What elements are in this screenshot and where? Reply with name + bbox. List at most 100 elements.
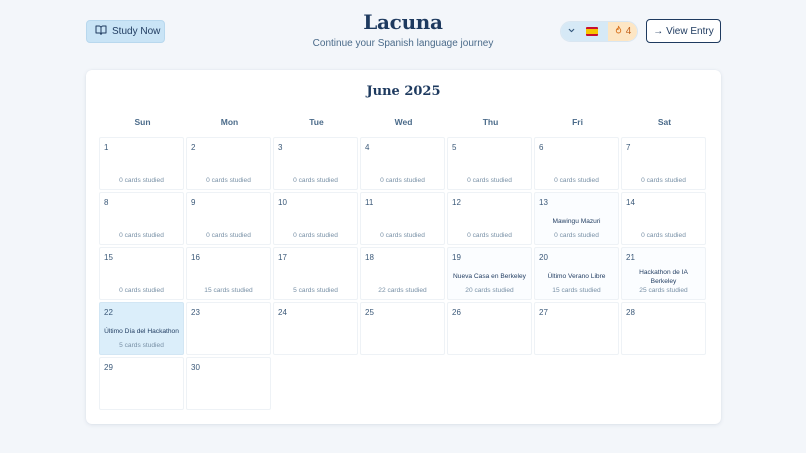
calendar-day-cell[interactable]: 27 bbox=[534, 302, 619, 355]
cards-studied-count: 0 cards studied bbox=[467, 232, 512, 239]
calendar-day-cell[interactable]: 12 0 cards studied bbox=[447, 192, 532, 245]
weekday-label: Mon bbox=[220, 117, 239, 127]
study-now-button[interactable]: Study Now bbox=[86, 20, 165, 43]
day-number: 29 bbox=[104, 363, 113, 372]
calendar-day-cell[interactable]: 13 Mawingu Mazuri 0 cards studied bbox=[534, 192, 619, 245]
journal-entry-title[interactable]: Nueva Casa en Berkeley bbox=[452, 266, 527, 287]
cards-studied-count: 15 cards studied bbox=[552, 287, 601, 294]
calendar-day-cell[interactable]: 5 0 cards studied bbox=[447, 137, 532, 190]
streak-count: 4 bbox=[625, 26, 632, 37]
calendar-day-cell[interactable]: 25 bbox=[360, 302, 445, 355]
calendar-day-cell[interactable]: 21 Hackathon de IA Berkeley 25 cards studi… bbox=[621, 247, 706, 300]
cards-studied-count: 0 cards studied bbox=[467, 177, 512, 184]
calendar-day-cell[interactable]: 24 bbox=[273, 302, 358, 355]
streak-badge: 4 bbox=[608, 22, 637, 41]
calendar-day-cell[interactable]: 8 0 cards studied bbox=[99, 192, 184, 245]
spain-flag-icon bbox=[586, 27, 598, 36]
cards-studied-count: 0 cards studied bbox=[119, 287, 164, 294]
day-number: 8 bbox=[104, 198, 109, 207]
cards-studied-count: 0 cards studied bbox=[206, 232, 251, 239]
day-number: 17 bbox=[278, 253, 287, 262]
day-number: 11 bbox=[365, 198, 374, 207]
weekday-label: Sun bbox=[134, 117, 151, 127]
calendar-day-cell[interactable]: 1 0 cards studied bbox=[99, 137, 184, 190]
calendar-day-cell[interactable]: 29 bbox=[99, 357, 184, 410]
month-title: June 2025 bbox=[366, 84, 441, 99]
cards-studied-count: 0 cards studied bbox=[119, 177, 164, 184]
view-entry-button[interactable]: → View Entry bbox=[646, 19, 721, 43]
day-number: 12 bbox=[452, 198, 461, 207]
journal-entry-title[interactable]: Mawingu Mazuri bbox=[539, 211, 614, 232]
calendar-day-cell[interactable]: 17 5 cards studied bbox=[273, 247, 358, 300]
day-number: 13 bbox=[539, 198, 548, 207]
journal-entry-title[interactable]: Último Verano Libre bbox=[539, 266, 614, 287]
calendar-day-cell[interactable]: 19 Nueva Casa en Berkeley 20 cards studied bbox=[447, 247, 532, 300]
day-number: 24 bbox=[278, 308, 287, 317]
book-open-icon bbox=[95, 24, 107, 39]
calendar-day-cell[interactable]: 3 0 cards studied bbox=[273, 137, 358, 190]
calendar-day-cell[interactable]: 11 0 cards studied bbox=[360, 192, 445, 245]
cards-studied-count: 5 cards studied bbox=[119, 342, 164, 349]
day-number: 20 bbox=[539, 253, 548, 262]
day-number: 19 bbox=[452, 253, 461, 262]
calendar-day-cell[interactable]: 20 Último Verano Libre 15 cards studied bbox=[534, 247, 619, 300]
journal-entry-title[interactable]: Hackathon de IA Berkeley bbox=[626, 266, 701, 287]
day-number: 5 bbox=[452, 143, 457, 152]
calendar-day-cell[interactable]: 10 0 cards studied bbox=[273, 192, 358, 245]
weekday-label: Fri bbox=[572, 117, 583, 127]
day-number: 4 bbox=[365, 143, 370, 152]
calendar-day-cell[interactable]: 6 0 cards studied bbox=[534, 137, 619, 190]
cards-studied-count: 0 cards studied bbox=[119, 232, 164, 239]
language-selector[interactable] bbox=[561, 22, 608, 41]
cards-studied-count: 0 cards studied bbox=[380, 232, 425, 239]
day-number: 1 bbox=[104, 143, 109, 152]
day-number: 28 bbox=[626, 308, 635, 317]
calendar-day-cell[interactable]: 30 bbox=[186, 357, 271, 410]
weekday-label: Thu bbox=[482, 117, 499, 127]
day-number: 22 bbox=[104, 308, 113, 317]
weekday-header-row: Sun Mon Tue Wed Thu Fri Sat bbox=[99, 117, 708, 131]
day-number: 15 bbox=[104, 253, 113, 262]
cards-studied-count: 0 cards studied bbox=[641, 177, 686, 184]
day-number: 27 bbox=[539, 308, 548, 317]
journal-entry-title[interactable]: Último Día del Hackathon bbox=[104, 321, 179, 342]
day-number: 3 bbox=[278, 143, 283, 152]
calendar-day-cell[interactable]: 28 bbox=[621, 302, 706, 355]
calendar-day-cell[interactable]: 4 0 cards studied bbox=[360, 137, 445, 190]
weekday-label: Wed bbox=[394, 117, 413, 127]
weekday-label: Sat bbox=[657, 117, 672, 127]
calendar-day-cell[interactable]: 14 0 cards studied bbox=[621, 192, 706, 245]
day-number: 21 bbox=[626, 253, 635, 262]
day-number: 30 bbox=[191, 363, 200, 372]
day-number: 26 bbox=[452, 308, 461, 317]
calendar-day-cell[interactable]: 2 0 cards studied bbox=[186, 137, 271, 190]
cards-studied-count: 25 cards studied bbox=[639, 287, 688, 294]
calendar-day-cell[interactable]: 7 0 cards studied bbox=[621, 137, 706, 190]
day-number: 14 bbox=[626, 198, 635, 207]
calendar-day-cell[interactable]: 15 0 cards studied bbox=[99, 247, 184, 300]
day-number: 10 bbox=[278, 198, 287, 207]
cards-studied-count: 15 cards studied bbox=[204, 287, 253, 294]
day-number: 25 bbox=[365, 308, 374, 317]
weekday-label: Tue bbox=[309, 117, 324, 127]
language-streak-group: 4 bbox=[560, 21, 638, 42]
calendar-day-cell[interactable]: 18 22 cards studied bbox=[360, 247, 445, 300]
chevron-down-icon bbox=[567, 26, 576, 37]
day-number: 16 bbox=[191, 253, 200, 262]
day-number: 9 bbox=[191, 198, 196, 207]
day-number: 7 bbox=[626, 143, 631, 152]
cards-studied-count: 0 cards studied bbox=[380, 177, 425, 184]
cards-studied-count: 0 cards studied bbox=[554, 232, 599, 239]
cards-studied-count: 20 cards studied bbox=[465, 287, 514, 294]
cards-studied-count: 0 cards studied bbox=[293, 232, 338, 239]
calendar-day-cell[interactable]: 23 bbox=[186, 302, 271, 355]
cards-studied-count: 0 cards studied bbox=[554, 177, 599, 184]
calendar-day-cell[interactable]: 9 0 cards studied bbox=[186, 192, 271, 245]
calendar-day-cell[interactable]: 16 15 cards studied bbox=[186, 247, 271, 300]
cards-studied-count: 0 cards studied bbox=[641, 232, 686, 239]
calendar-day-cell[interactable]: 22 Último Día del Hackathon 5 cards studie… bbox=[99, 302, 184, 355]
day-number: 6 bbox=[539, 143, 544, 152]
calendar-day-cell[interactable]: 26 bbox=[447, 302, 532, 355]
day-number: 23 bbox=[191, 308, 200, 317]
day-number: 18 bbox=[365, 253, 374, 262]
